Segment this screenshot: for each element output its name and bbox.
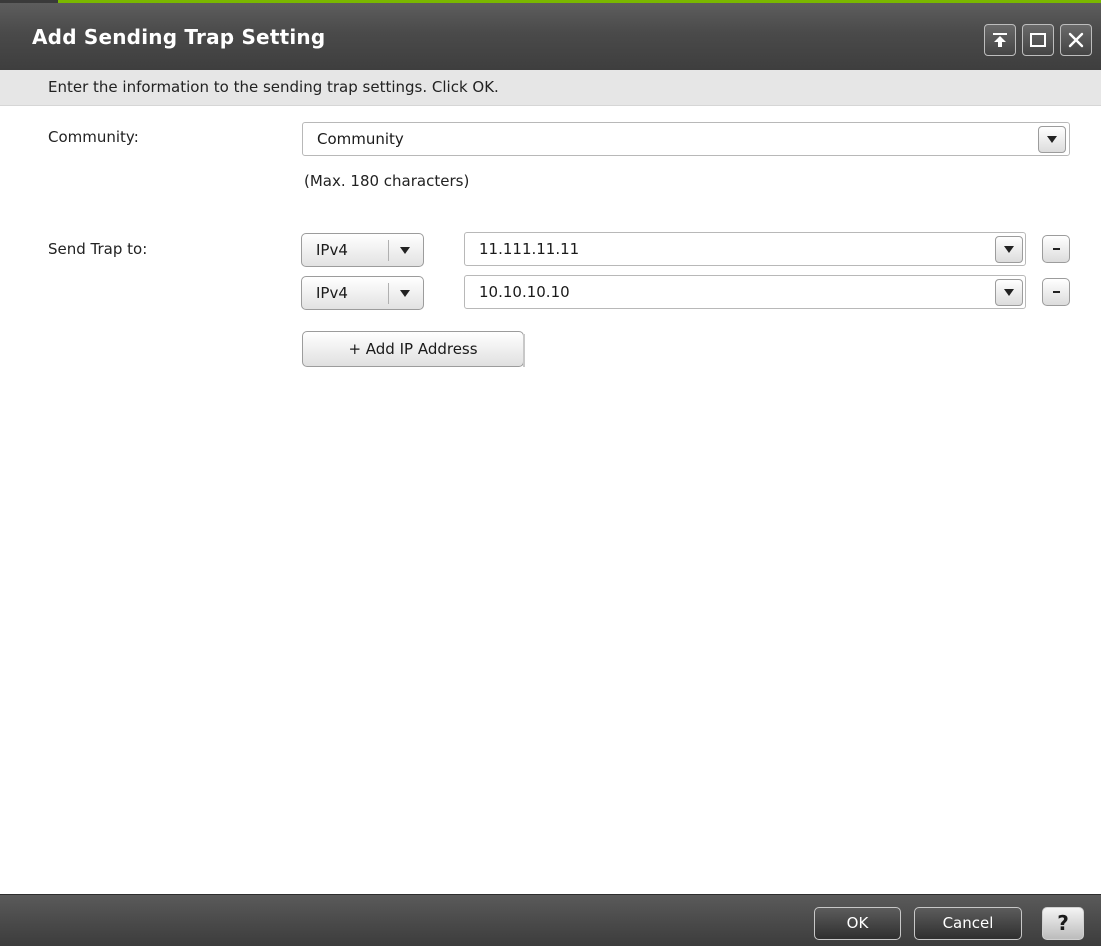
cancel-button[interactable]: Cancel: [914, 907, 1022, 940]
chevron-down-icon: [1004, 289, 1014, 296]
instruction-text: Enter the information to the sending tra…: [0, 70, 1101, 106]
send-trap-label: Send Trap to:: [48, 240, 148, 258]
ip-version-select[interactable]: IPv4: [301, 233, 424, 267]
chevron-down-icon: [400, 247, 410, 254]
pin-top-button[interactable]: [984, 24, 1016, 56]
pin-top-icon: [993, 33, 1007, 47]
minus-icon: [1052, 248, 1060, 250]
window-controls: [984, 24, 1092, 56]
help-button[interactable]: ?: [1042, 907, 1084, 940]
community-dropdown-button[interactable]: [1038, 126, 1066, 153]
separator: [388, 283, 389, 304]
ip-version-value: IPv4: [316, 241, 348, 259]
minus-icon: [1052, 291, 1060, 293]
ip-address-combobox[interactable]: 10.10.10.10: [464, 275, 1026, 309]
community-combobox[interactable]: Community: [302, 122, 1070, 156]
community-input-value: Community: [317, 130, 404, 148]
remove-ip-button[interactable]: [1042, 278, 1070, 306]
separator: [388, 240, 389, 261]
ip-address-value: 10.10.10.10: [479, 283, 570, 301]
chevron-down-icon: [400, 290, 410, 297]
dialog-title: Add Sending Trap Setting: [32, 25, 326, 49]
community-hint: (Max. 180 characters): [304, 172, 470, 190]
ip-address-combobox[interactable]: 11.111.11.11: [464, 232, 1026, 266]
ip-address-dropdown-button[interactable]: [995, 279, 1023, 306]
remove-ip-button[interactable]: [1042, 235, 1070, 263]
community-label: Community:: [48, 128, 139, 146]
close-button[interactable]: [1060, 24, 1092, 56]
ip-address-value: 11.111.11.11: [479, 240, 580, 258]
chevron-down-icon: [1004, 246, 1014, 253]
dialog-footer: OK Cancel ?: [0, 894, 1101, 946]
maximize-icon: [1030, 33, 1046, 47]
close-icon: [1068, 32, 1084, 48]
dialog-title-bar: Add Sending Trap Setting: [0, 0, 1101, 70]
add-ip-address-button[interactable]: + Add IP Address: [302, 331, 525, 367]
maximize-button[interactable]: [1022, 24, 1054, 56]
chevron-down-icon: [1047, 136, 1057, 143]
ip-version-value: IPv4: [316, 284, 348, 302]
ok-button[interactable]: OK: [814, 907, 901, 940]
ip-address-dropdown-button[interactable]: [995, 236, 1023, 263]
ip-version-select[interactable]: IPv4: [301, 276, 424, 310]
